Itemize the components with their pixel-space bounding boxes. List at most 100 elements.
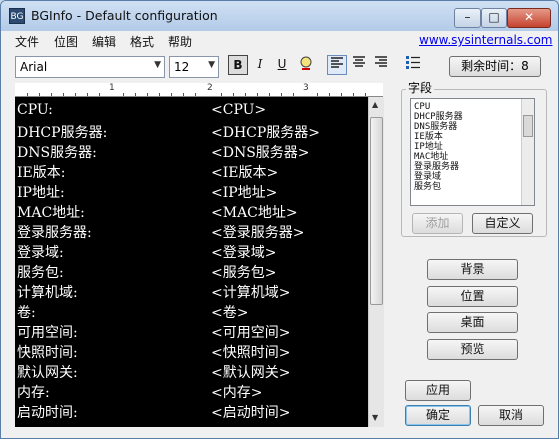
fields-scrollbar[interactable] [521,99,534,205]
align-right-icon[interactable] [371,55,391,75]
editor-row-label: 快照时间: [17,345,78,361]
menu-edit[interactable]: 编辑 [92,33,116,50]
editor-row-label: 计算机域: [17,285,78,301]
editor-row: 登录域: <登录域> [17,241,367,261]
maximize-button[interactable]: □ [481,8,507,28]
cancel-button[interactable]: 取消 [478,405,544,426]
font-size-select[interactable]: 12 ▼ [169,56,219,78]
editor-row-label: 内存: [17,385,50,401]
field-item[interactable]: CPU [414,102,430,112]
italic-button[interactable]: I [250,55,270,75]
scrollbar-thumb[interactable] [370,117,383,305]
editor-row-value: <MAC地址> [211,205,298,221]
editor-row-value: <快照时间> [211,345,291,361]
font-family-select[interactable]: Arial ▼ [15,56,165,78]
editor-row: 启动时间: <启动时间> [17,401,367,421]
fields-list[interactable]: CPU DHCP服务器 DNS服务器 IE版本 IP地址 MAC地址 登录服务器… [410,98,535,206]
editor-row-label: DHCP服务器: [17,125,108,141]
ruler-tick [87,93,88,96]
editor-scrollbar[interactable]: ▲ ▼ [368,97,384,427]
editor-row: 计算机域: <计算机域> [17,281,367,301]
editor-row-value: <默认网关> [211,365,291,381]
scrollbar-thumb[interactable] [523,115,533,137]
underline-button[interactable]: U [272,55,292,75]
ruler-tick [39,93,40,96]
editor-row-label: IE版本: [17,165,66,181]
preview-button[interactable]: 预览 [427,339,518,360]
scroll-up-icon[interactable]: ▲ [372,100,378,109]
editor-row: IP地址: <IP地址> [17,181,367,201]
ruler-tick [27,93,28,96]
menu-file[interactable]: 文件 [15,33,39,50]
chevron-down-icon: ▼ [154,60,161,70]
field-item[interactable]: IP地址 [414,142,443,152]
ruler-tick [159,93,160,96]
menu-bar: 文件 位图 编辑 格式 帮助 www.sysinternals.com [1,31,558,51]
ruler-tick [281,93,282,96]
ruler-tick [293,93,294,96]
minimize-button[interactable]: – [454,8,481,28]
ruler-tick [341,93,342,96]
field-item[interactable]: MAC地址 [414,152,448,162]
menu-format[interactable]: 格式 [130,33,154,50]
editor-row: IE版本: <IE版本> [17,161,367,181]
info-editor[interactable]: CPU: <CPU> DHCP服务器: <DHCP服务器> DNS服务器: <D… [15,97,368,427]
editor-row-value: <服务包> [211,265,277,281]
ruler-tick [353,93,354,96]
add-field-button[interactable]: 添加 [412,213,463,234]
font-family-value: Arial [20,60,48,74]
editor-row-label: 登录服务器: [17,225,92,241]
ruler-number: 2 [207,83,213,93]
editor-row-value: <卷> [211,305,249,321]
editor-row: DNS服务器: <DNS服务器> [17,141,367,161]
close-button[interactable]: ✕ [507,8,551,28]
field-item[interactable]: 登录服务器 [414,162,459,172]
editor-row-value: <CPU> [211,102,267,118]
field-item[interactable]: 登录域 [414,172,441,182]
bginfo-window: BG BGInfo - Default configuration – □ ✕ … [0,0,559,439]
editor-row-value: <内存> [211,385,263,401]
chevron-down-icon: ▼ [208,60,215,70]
desktop-button[interactable]: 桌面 [427,312,518,333]
editor-row: 服务包: <服务包> [17,261,367,281]
apply-button[interactable]: 应用 [405,380,471,401]
editor-row-label: 登录域: [17,245,64,261]
align-left-icon[interactable] [327,55,347,75]
editor-row-label: 启动时间: [17,405,78,421]
ruler-tick [233,93,234,96]
bullet-list-icon[interactable] [403,55,423,75]
editor-row-label: IP地址: [17,185,65,201]
editor-row-value: <DHCP服务器> [211,125,321,141]
bginfo-app-icon: BG [9,8,25,24]
ok-button[interactable]: 确定 [405,405,471,426]
bold-button[interactable]: B [228,55,248,75]
editor-row: 默认网关: <默认网关> [17,361,367,381]
ruler-tick [329,93,330,96]
field-item[interactable]: 服务包 [414,182,441,192]
menu-help[interactable]: 帮助 [168,33,192,50]
menu-bitmap[interactable]: 位图 [54,33,78,50]
custom-field-button[interactable]: 自定义 [472,213,533,234]
editor-row-value: <计算机域> [211,285,291,301]
ruler-tick [75,93,76,96]
scroll-down-icon[interactable]: ▼ [372,413,378,422]
title-bar[interactable]: BG BGInfo - Default configuration – □ ✕ [1,1,558,31]
ruler-tick [195,93,196,96]
ruler-tick [147,93,148,96]
field-item[interactable]: DHCP服务器 [414,112,463,122]
editor-row-value: <IP地址> [211,185,278,201]
sysinternals-link[interactable]: www.sysinternals.com [419,33,553,47]
font-size-value: 12 [174,60,190,74]
ruler-tick [63,93,64,96]
align-center-icon[interactable] [349,55,369,75]
field-item[interactable]: DNS服务器 [414,122,457,132]
editor-row: 登录服务器: <登录服务器> [17,221,367,241]
ruler-tick [269,93,270,96]
position-button[interactable]: 位置 [427,286,518,307]
timeout-button[interactable]: 剩余时间：8 [449,56,541,77]
ruler-tick [171,93,172,96]
font-color-icon[interactable] [296,55,316,75]
background-button[interactable]: 背景 [427,259,518,280]
ruler: 1 2 3 [15,83,383,97]
field-item[interactable]: IE版本 [414,132,443,142]
